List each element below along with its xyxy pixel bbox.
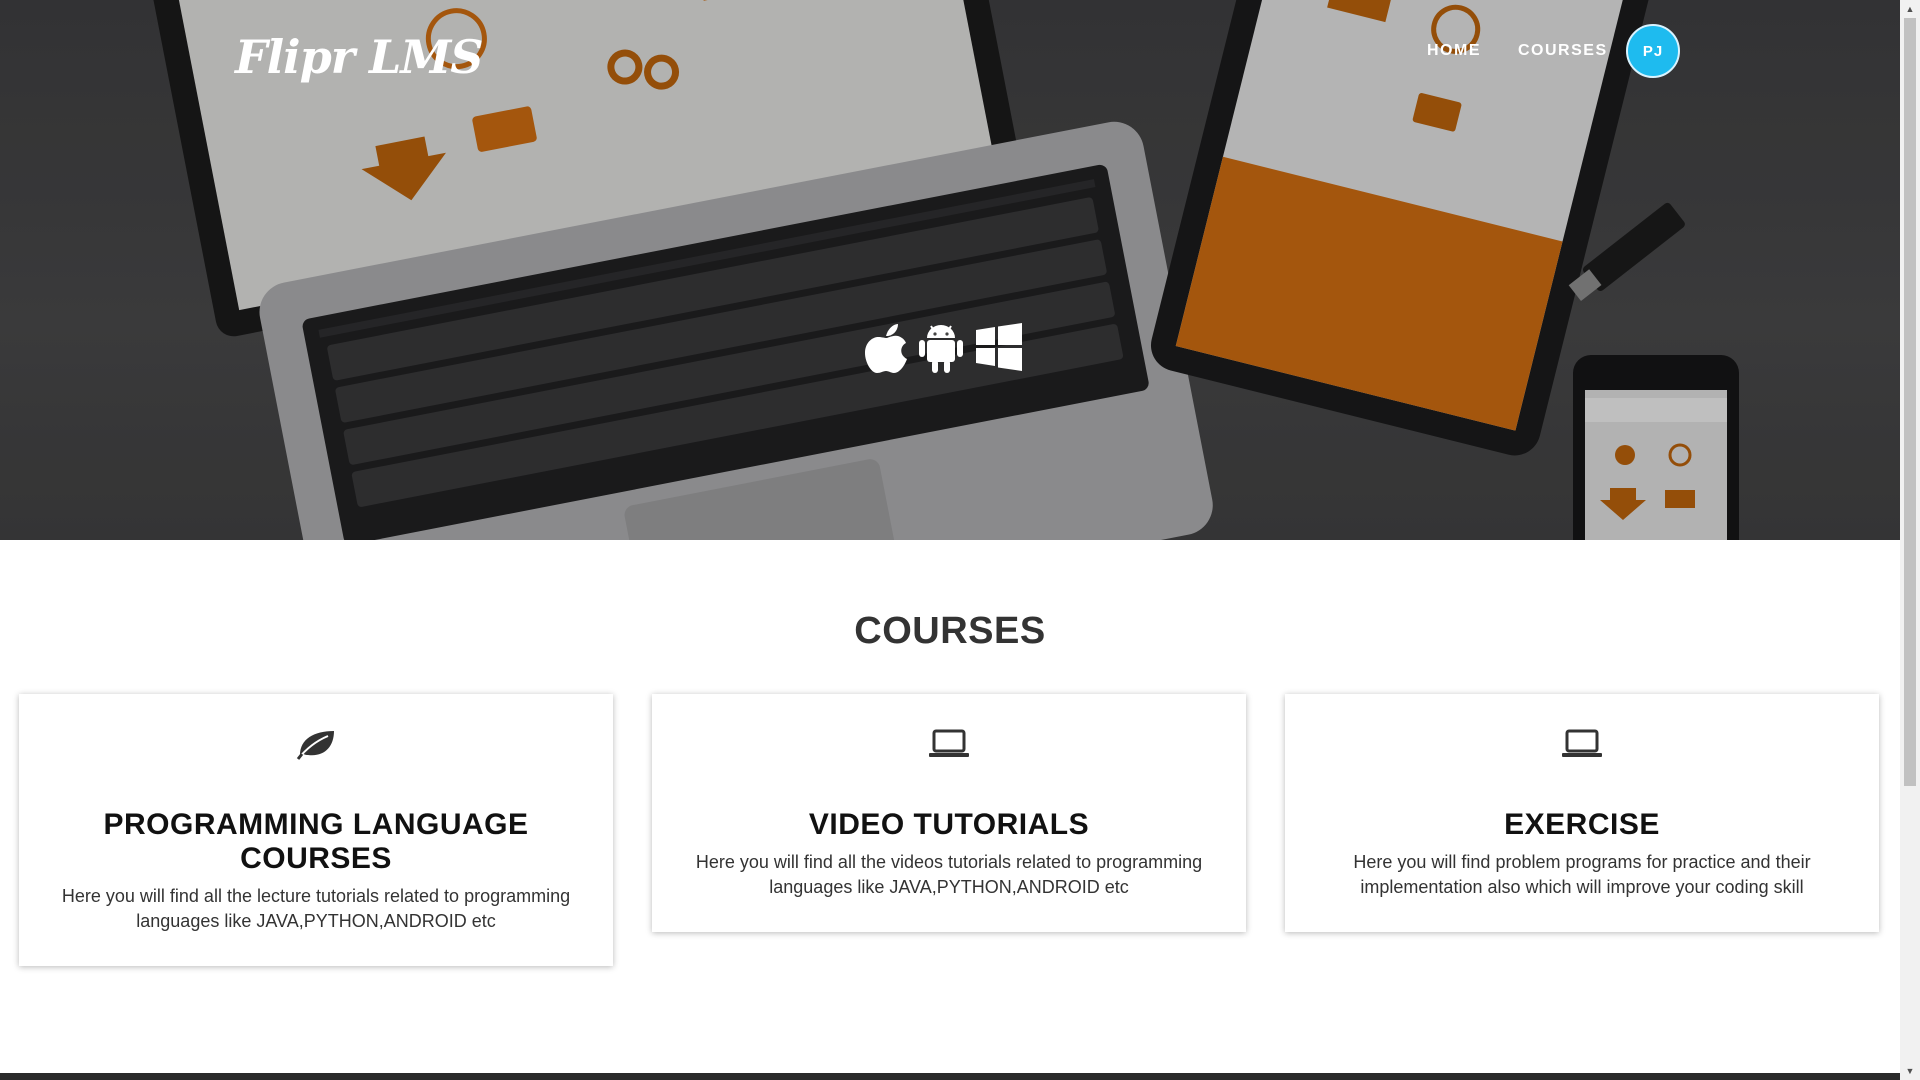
android-icon <box>919 322 963 379</box>
nav-courses-link[interactable]: COURSES <box>1518 42 1608 60</box>
brand-logo[interactable]: Flipr LMS <box>235 30 484 84</box>
apple-icon <box>864 322 910 379</box>
course-card-video-tutorials[interactable]: VIDEO TUTORIALS Here you will find all t… <box>652 694 1246 932</box>
page-scrollbar[interactable]: ▲ ▼ <box>1900 0 1920 1080</box>
courses-heading: COURSES <box>854 610 1046 652</box>
scroll-up-arrow-icon[interactable]: ▲ <box>1900 0 1920 18</box>
scroll-down-arrow-icon[interactable]: ▼ <box>1900 1062 1920 1080</box>
course-card-exercise[interactable]: EXERCISE Here you will find problem prog… <box>1285 694 1879 932</box>
card-description: Here you will find all the lecture tutor… <box>61 886 571 931</box>
hero-banner: Flipr LMS HOME COURSES PJ <box>0 0 1900 540</box>
page: Flipr LMS HOME COURSES PJ COURSES PROGRA… <box>0 0 1900 1080</box>
nav-home-link[interactable]: HOME <box>1427 42 1481 60</box>
footer-strip <box>0 1073 1900 1080</box>
laptop-icon <box>692 724 1206 764</box>
scroll-thumb[interactable] <box>1904 18 1916 786</box>
card-title: EXERCISE <box>1504 808 1660 841</box>
leaf-icon <box>59 724 573 764</box>
card-description: Here you will find problem programs for … <box>1353 852 1811 897</box>
card-description: Here you will find all the videos tutori… <box>695 852 1203 897</box>
course-card-programming[interactable]: PROGRAMMING LANGUAGE COURSES Here you wi… <box>19 694 613 966</box>
windows-icon <box>974 322 1024 377</box>
card-title: PROGRAMMING LANGUAGE COURSES <box>103 808 529 875</box>
laptop-icon <box>1325 724 1839 764</box>
user-avatar[interactable]: PJ <box>1626 24 1680 78</box>
platform-icons <box>864 322 1024 378</box>
card-title: VIDEO TUTORIALS <box>808 808 1090 841</box>
